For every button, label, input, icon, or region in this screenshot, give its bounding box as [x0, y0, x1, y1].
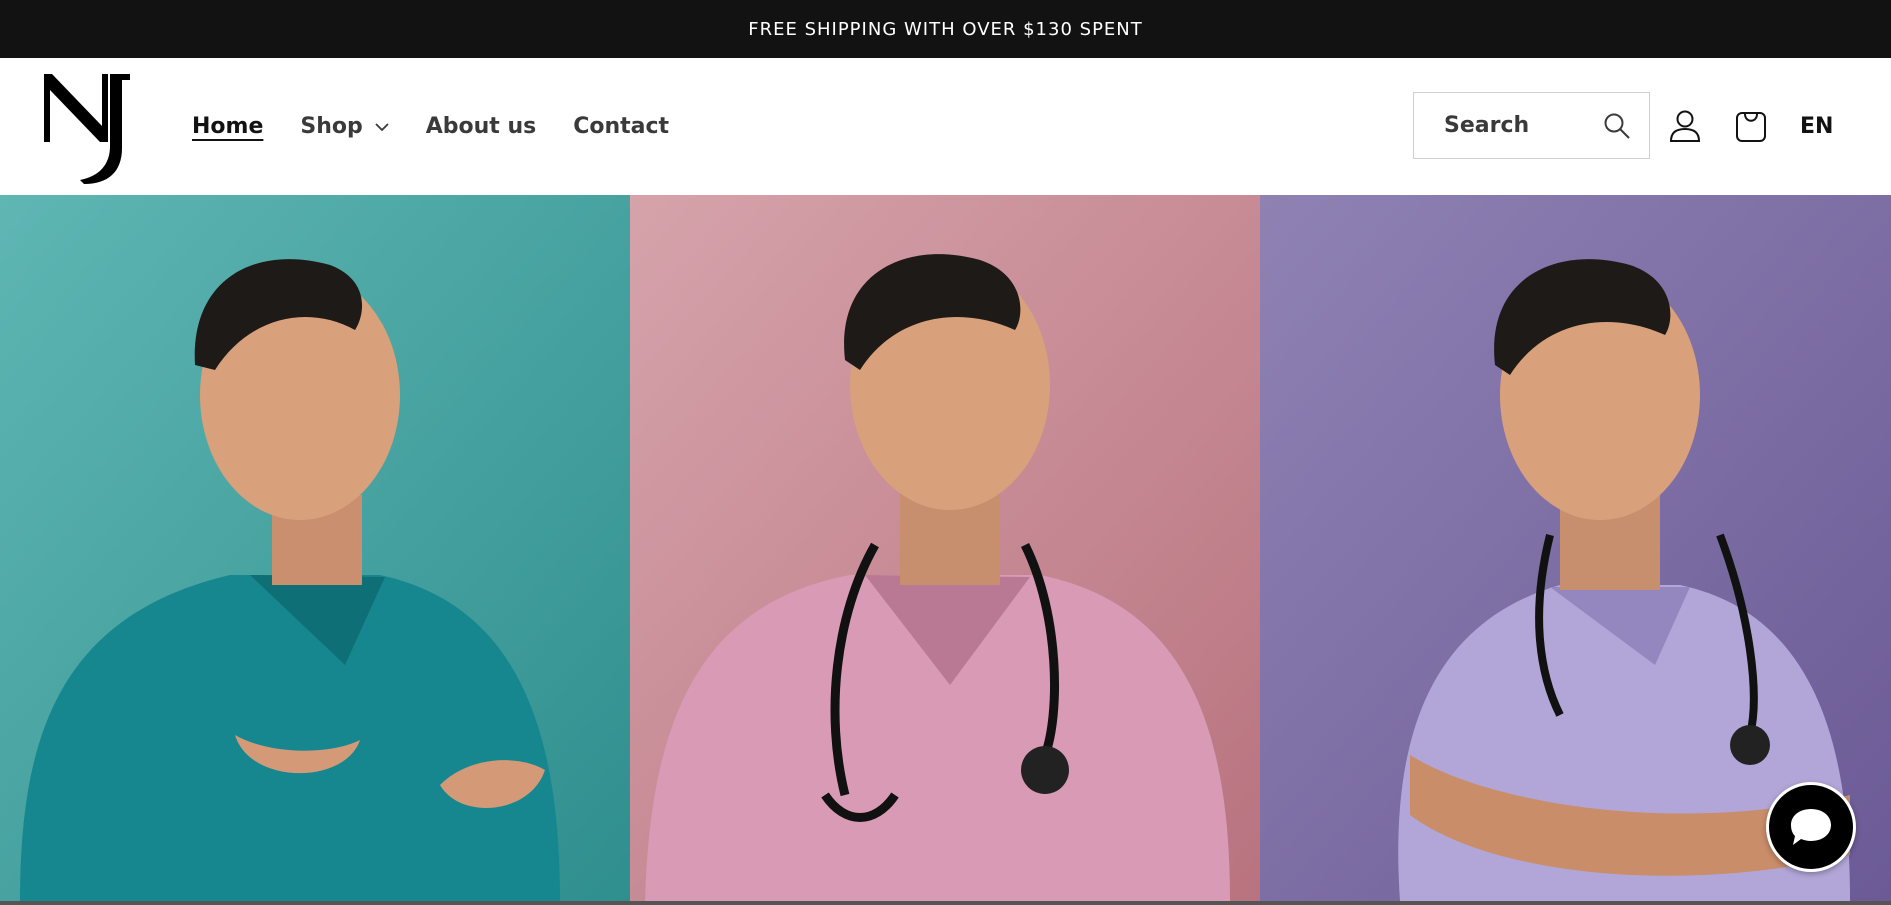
announcement-bar: FREE SHIPPING WITH OVER $130 SPENT: [0, 0, 1891, 58]
bag-icon: [1736, 112, 1766, 142]
main-nav: Home Shop About us Contact: [192, 58, 706, 195]
pink-scrubs-portrait: [630, 195, 1260, 901]
search-icon[interactable]: [1603, 112, 1631, 140]
nav-about-label: About us: [425, 114, 537, 139]
search-label: Search: [1444, 113, 1530, 138]
nav-home[interactable]: Home: [192, 114, 263, 139]
hero-banner: [0, 195, 1891, 901]
search-input[interactable]: Search: [1413, 92, 1650, 159]
nav-about[interactable]: About us: [426, 114, 536, 139]
site-header: Home Shop About us Contact Search EN: [0, 58, 1891, 195]
nav-contact-label: Contact: [573, 114, 670, 139]
account-button[interactable]: [1665, 106, 1705, 146]
language-label: EN: [1800, 113, 1834, 139]
hero-bottom-divider: [0, 901, 1891, 905]
chat-bubble-icon: [1791, 809, 1831, 845]
nav-shop-label: Shop: [300, 114, 363, 139]
nav-shop[interactable]: Shop: [300, 114, 389, 139]
nj-monogram-logo[interactable]: [40, 68, 136, 184]
announcement-text: FREE SHIPPING WITH OVER $130 SPENT: [748, 18, 1143, 40]
cart-button[interactable]: [1731, 106, 1771, 146]
chevron-down-icon: [375, 122, 389, 131]
teal-scrubs-portrait: [0, 195, 630, 901]
language-selector[interactable]: EN: [1800, 108, 1833, 144]
user-icon: [1669, 110, 1701, 142]
nav-home-label: Home: [192, 114, 264, 139]
chat-widget-button[interactable]: [1766, 782, 1856, 872]
nav-contact[interactable]: Contact: [573, 114, 669, 139]
